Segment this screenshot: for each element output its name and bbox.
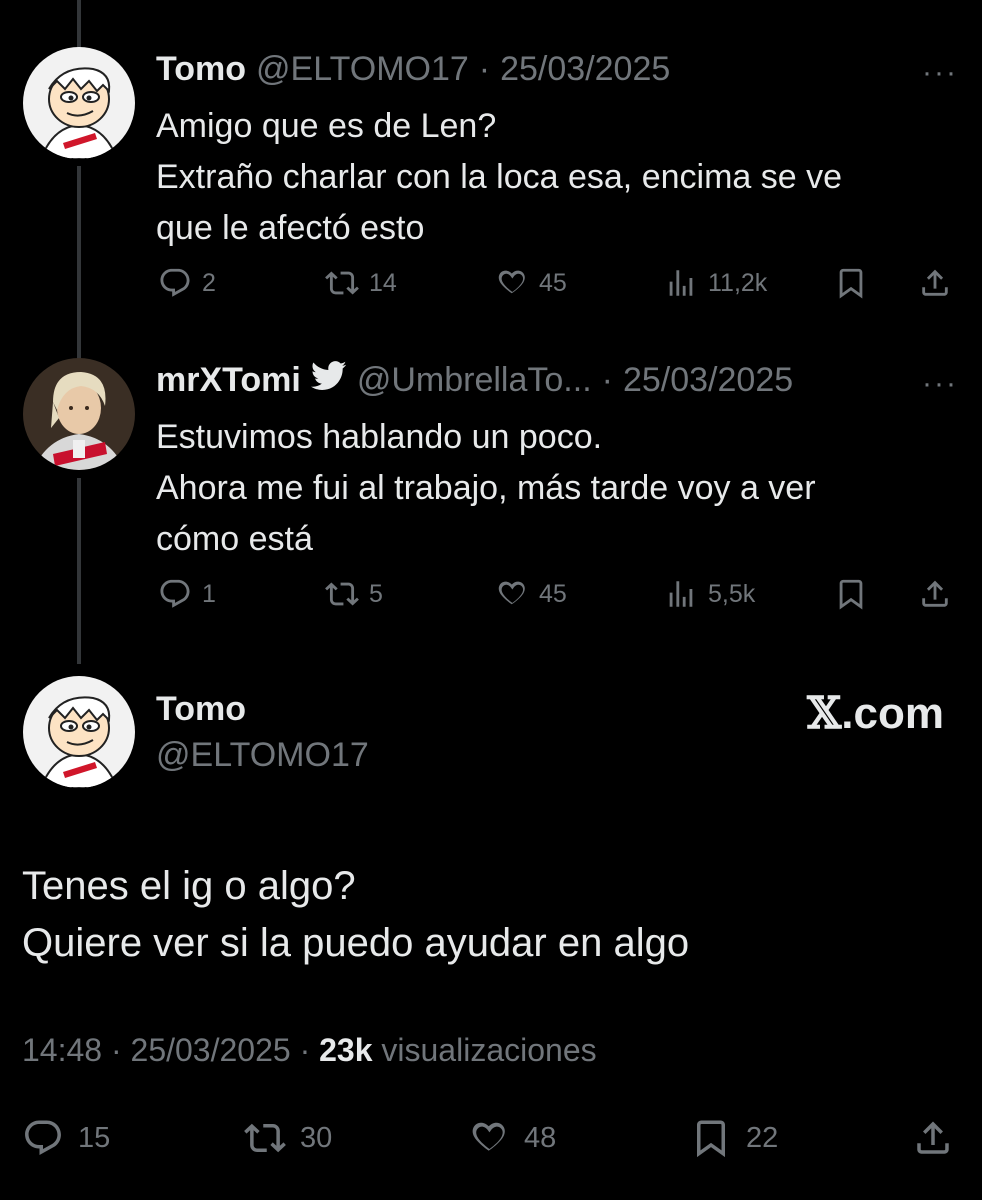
author-handle[interactable]: @UmbrellaTo... xyxy=(357,361,592,400)
reply-count: 15 xyxy=(78,1121,111,1154)
speech-bubble-icon xyxy=(158,266,192,300)
retweet-count: 14 xyxy=(369,268,397,297)
tweet-text: Estuvimos hablando un poco. Ahora me fui… xyxy=(156,412,816,565)
retweet-button[interactable]: 5 xyxy=(325,577,383,611)
share-button[interactable] xyxy=(918,266,952,300)
separator: · xyxy=(299,1032,311,1068)
bookmark-icon xyxy=(690,1117,732,1159)
tweet-text-line: Estuvimos hablando un poco. xyxy=(156,418,603,456)
speech-bubble-icon xyxy=(22,1117,64,1159)
tweet-text-line: Ahora me fui al trabajo, más tarde voy a… xyxy=(156,469,816,507)
main-tweet-handle: @ELTOMO17 xyxy=(156,736,369,775)
views-label: visualizaciones xyxy=(381,1032,597,1068)
bookmark-button[interactable]: 22 xyxy=(690,1117,778,1159)
author-handle[interactable]: @ELTOMO17 xyxy=(156,736,369,775)
tweet-actions: 1 5 45 5,5k xyxy=(0,577,982,617)
thread-line xyxy=(77,166,81,362)
tweet-date[interactable]: 25/03/2025 xyxy=(500,50,670,89)
bar-chart-icon xyxy=(664,577,698,611)
tweet-text-line: cómo está xyxy=(156,520,313,558)
views-count: 11,2k xyxy=(708,268,768,297)
main-tweet-actions: 15 30 48 22 xyxy=(0,1117,982,1161)
author-name[interactable]: Tomo xyxy=(156,690,246,729)
heart-icon xyxy=(495,577,529,611)
author-name[interactable]: Tomo xyxy=(156,50,246,89)
bookmark-button[interactable] xyxy=(834,577,868,611)
views-count: 23k xyxy=(319,1032,373,1068)
tweet-date[interactable]: 25/03/2025 xyxy=(623,361,793,400)
separator: · xyxy=(478,50,491,88)
avatar[interactable] xyxy=(23,358,135,470)
views-button[interactable]: 5,5k xyxy=(664,577,755,611)
tweet-meta: 14:48 · 25/03/2025 · 23k visualizaciones xyxy=(22,1032,597,1069)
views-button[interactable]: 11,2k xyxy=(664,266,767,300)
reply-count: 1 xyxy=(202,579,216,608)
main-tweet-text: Tenes el ig o algo? Quiere ver si la pue… xyxy=(22,858,689,972)
heart-icon xyxy=(495,266,529,300)
like-button[interactable]: 48 xyxy=(468,1117,556,1159)
tweet-text-line: Quiere ver si la puedo ayudar en algo xyxy=(22,921,690,965)
tweet-actions: 2 14 45 11,2k xyxy=(0,266,982,306)
bookmark-button[interactable] xyxy=(834,266,868,300)
share-icon xyxy=(918,577,952,611)
retweet-icon xyxy=(244,1117,286,1159)
avatar[interactable] xyxy=(23,676,135,788)
thread-line xyxy=(77,478,81,664)
retweet-icon xyxy=(325,266,359,300)
bookmark-icon xyxy=(834,577,868,611)
share-icon xyxy=(918,266,952,300)
thread-line xyxy=(77,0,81,50)
views-count: 5,5k xyxy=(708,579,756,608)
avatar[interactable] xyxy=(23,47,135,159)
author-name[interactable]: mrXTomi xyxy=(156,361,301,400)
bookmark-icon xyxy=(834,266,868,300)
retweet-count: 5 xyxy=(369,579,383,608)
like-count: 48 xyxy=(524,1121,557,1154)
bookmark-count: 22 xyxy=(746,1121,779,1154)
tweet-text-line: Extraño charlar con la loca esa, encima … xyxy=(156,158,843,196)
tweet-text-line: Amigo que es de Len? xyxy=(156,107,497,145)
separator: · xyxy=(601,361,613,399)
retweet-button[interactable]: 30 xyxy=(244,1117,332,1159)
retweet-icon xyxy=(325,577,359,611)
retweet-count: 30 xyxy=(300,1121,333,1154)
tweet-text: Amigo que es de Len? Extraño charlar con… xyxy=(156,101,842,254)
reply-button[interactable]: 1 xyxy=(158,577,216,611)
tweet-header: Tomo @ELTOMO17 · 25/03/2025 xyxy=(156,50,670,89)
reply-count: 2 xyxy=(202,268,216,297)
more-options-button[interactable]: ··· xyxy=(922,56,958,90)
twitter-bird-icon xyxy=(310,361,347,391)
x-icon: 𝕏 xyxy=(807,688,842,739)
tweet-date[interactable]: 25/03/2025 xyxy=(131,1032,291,1068)
tweet-text-line: Tenes el ig o algo? xyxy=(22,864,356,908)
heart-icon xyxy=(468,1117,510,1159)
tweet-time[interactable]: 14:48 xyxy=(22,1032,102,1068)
like-button[interactable]: 45 xyxy=(495,577,567,611)
reply-button[interactable]: 15 xyxy=(22,1117,110,1159)
retweet-button[interactable]: 14 xyxy=(325,266,397,300)
share-icon xyxy=(912,1117,954,1159)
separator: · xyxy=(110,1032,122,1068)
like-count: 45 xyxy=(539,579,567,608)
like-button[interactable]: 45 xyxy=(495,266,567,300)
tweet-header: mrXTomi @UmbrellaTo... · 25/03/2025 xyxy=(156,361,793,400)
share-button[interactable] xyxy=(918,577,952,611)
share-button[interactable] xyxy=(912,1117,954,1159)
author-handle[interactable]: @ELTOMO17 xyxy=(256,50,469,89)
x-brand-text: .com xyxy=(841,689,944,738)
bar-chart-icon xyxy=(664,266,698,300)
more-options-button[interactable]: ··· xyxy=(922,367,958,401)
main-tweet-name: Tomo xyxy=(156,690,246,729)
like-count: 45 xyxy=(539,268,567,297)
x-logo: 𝕏.com xyxy=(807,688,944,739)
tweet-text-line: que le afectó esto xyxy=(156,209,425,247)
reply-button[interactable]: 2 xyxy=(158,266,216,300)
speech-bubble-icon xyxy=(158,577,192,611)
